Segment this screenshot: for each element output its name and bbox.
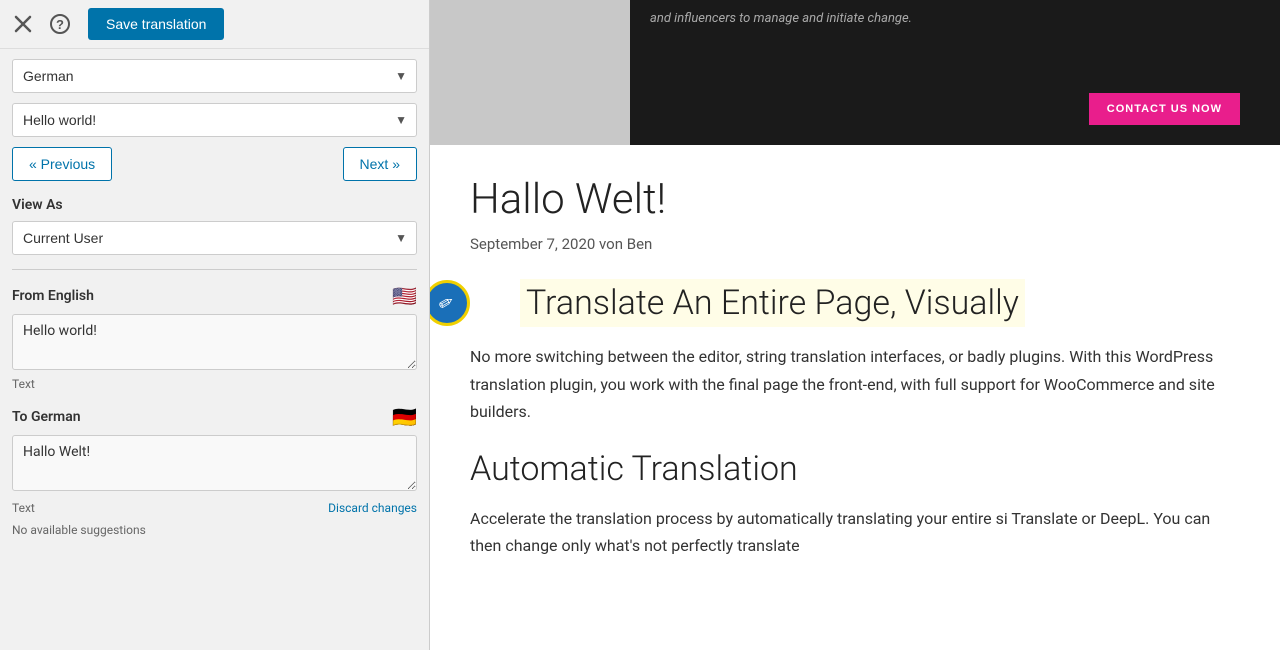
to-field-type: Text	[12, 501, 35, 515]
translate-heading: Translate An Entire Page, Visually	[520, 279, 1025, 327]
from-field-type: Text	[12, 377, 417, 391]
help-button[interactable]: ?	[46, 10, 74, 38]
to-field-row: Text Discard changes	[12, 498, 417, 517]
nav-buttons: « Previous Next »	[12, 147, 417, 181]
close-icon	[14, 15, 32, 33]
top-bar: ? Save translation	[0, 0, 429, 49]
post-meta: September 7, 2020 von Ben	[470, 235, 1240, 253]
pencil-edit-button[interactable]: ✏	[430, 280, 470, 326]
view-as-label: View As	[12, 197, 417, 213]
left-panel: ? Save translation German ▼ Hello world!…	[0, 0, 430, 650]
svg-text:?: ?	[56, 17, 64, 32]
german-flag: 🇩🇪	[392, 405, 417, 429]
from-english-header: From English 🇺🇸	[12, 284, 417, 308]
post-content: Hallo Welt! September 7, 2020 von Ben ✏ …	[430, 145, 1280, 589]
post-select-wrap: Hello world! ▼	[12, 103, 417, 137]
heading-wrap: ✏ Translate An Entire Page, Visually	[470, 283, 1025, 323]
to-german-label: To German	[12, 409, 81, 425]
help-icon: ?	[50, 14, 70, 34]
next-button[interactable]: Next »	[343, 147, 417, 181]
auto-translate-heading: Automatic Translation	[470, 449, 1240, 489]
translate-description: No more switching between the editor, st…	[470, 343, 1240, 425]
left-scroll-area[interactable]: German ▼ Hello world! ▼ « Previous Next …	[0, 49, 429, 650]
to-german-header: To German 🇩🇪	[12, 405, 417, 429]
language-select[interactable]: German	[12, 59, 417, 93]
auto-translate-text: Accelerate the translation process by au…	[470, 505, 1240, 559]
contact-us-button[interactable]: CONTACT US NOW	[1089, 93, 1240, 125]
english-flag: 🇺🇸	[392, 284, 417, 308]
hero-right: and influencers to manage and initiate c…	[630, 0, 1280, 145]
from-english-textarea[interactable]	[12, 314, 417, 370]
hero-image-placeholder	[430, 0, 630, 145]
divider	[12, 269, 417, 270]
hero-text: and influencers to manage and initiate c…	[650, 10, 912, 28]
post-title: Hallo Welt!	[470, 175, 1240, 225]
translatable-section: ✏ Translate An Entire Page, Visually	[470, 283, 1240, 323]
previous-button[interactable]: « Previous	[12, 147, 112, 181]
language-select-wrap: German ▼	[12, 59, 417, 93]
from-english-label: From English	[12, 288, 94, 304]
view-as-select-wrap: Current User ▼	[12, 221, 417, 255]
to-german-textarea[interactable]	[12, 435, 417, 491]
right-panel: and influencers to manage and initiate c…	[430, 0, 1280, 650]
view-as-select[interactable]: Current User	[12, 221, 417, 255]
close-button[interactable]	[10, 11, 36, 37]
discard-changes-link[interactable]: Discard changes	[328, 501, 417, 515]
post-select[interactable]: Hello world!	[12, 103, 417, 137]
hero-section: and influencers to manage and initiate c…	[430, 0, 1280, 145]
suggestions-text: No available suggestions	[12, 523, 417, 537]
pencil-icon: ✏	[435, 291, 459, 317]
save-translation-button[interactable]: Save translation	[88, 8, 224, 40]
